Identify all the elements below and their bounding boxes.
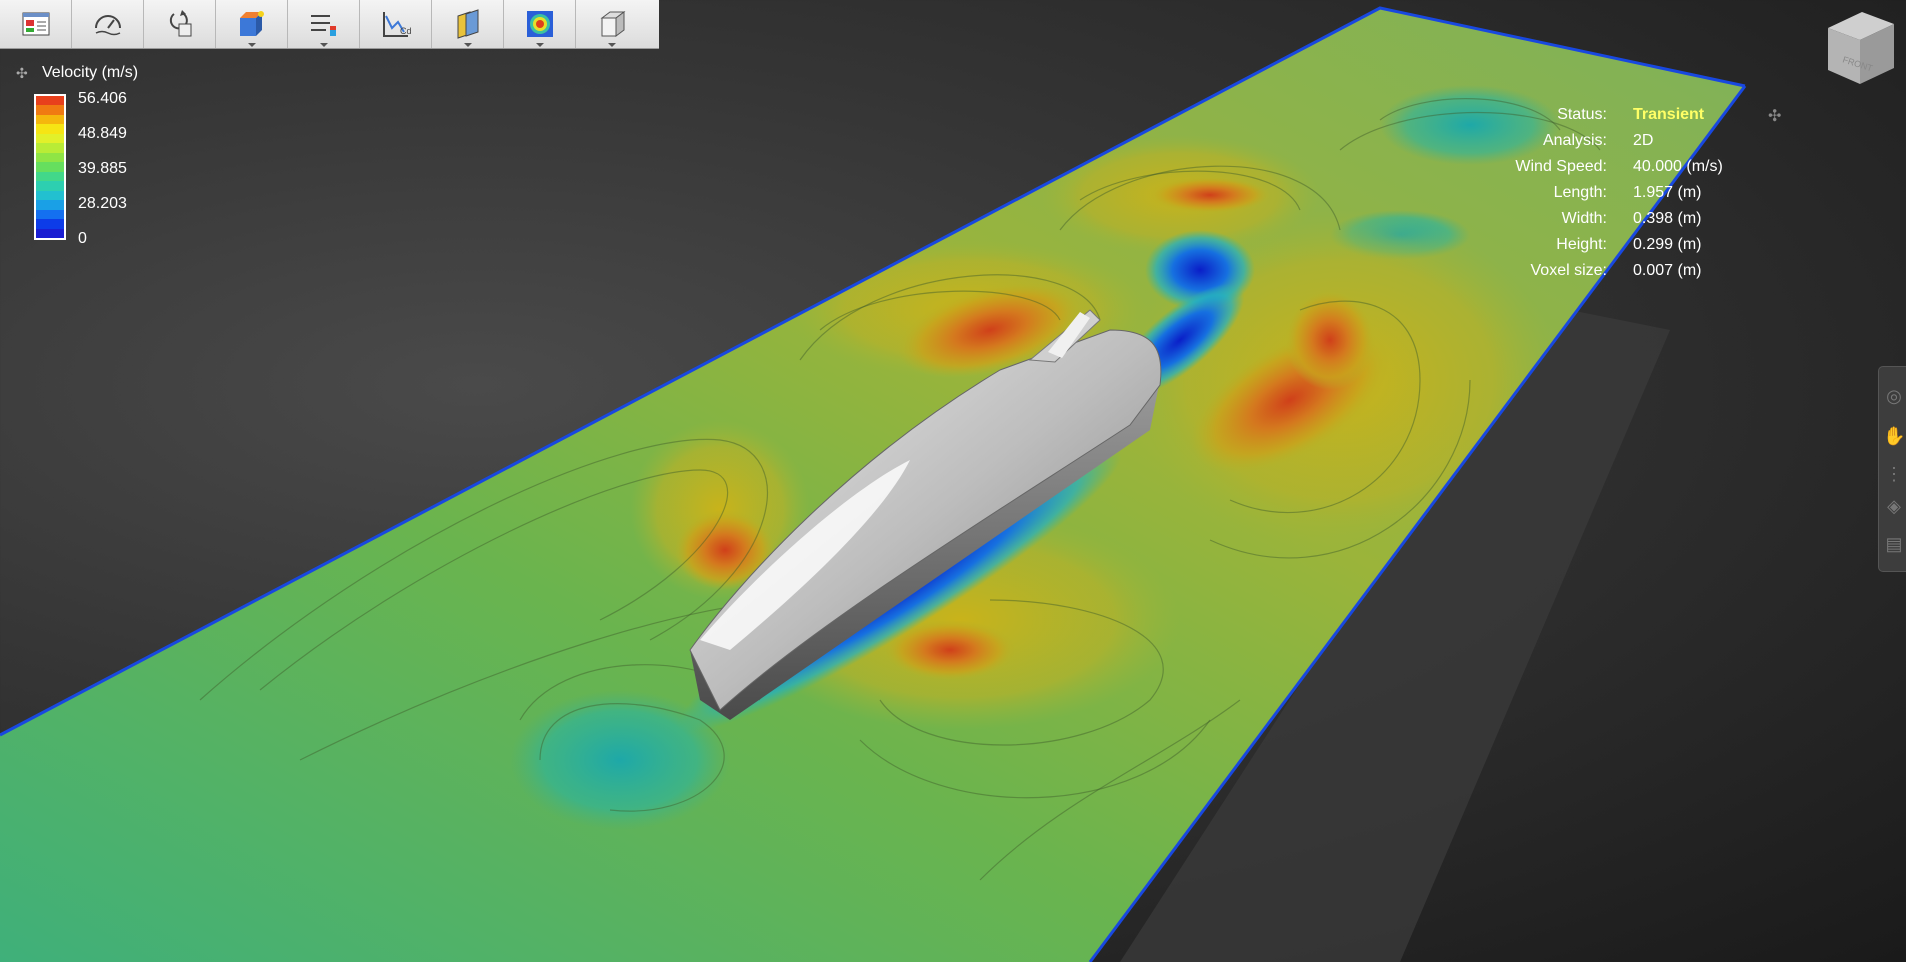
info-value: 0.299 (m) bbox=[1633, 236, 1702, 253]
legend-swatch bbox=[36, 219, 64, 229]
look-icon[interactable]: ◈ bbox=[1883, 495, 1905, 517]
sliders-button[interactable] bbox=[288, 0, 360, 48]
wireframe-cube-icon bbox=[600, 11, 626, 37]
contour-map-icon bbox=[526, 11, 553, 37]
wireframe-cube-button[interactable] bbox=[576, 0, 648, 48]
legend-swatch bbox=[36, 171, 64, 182]
legend-title: Velocity (m/s) bbox=[42, 64, 139, 81]
info-row-length: Length: 1.957 (m) bbox=[1480, 184, 1800, 206]
info-label: Voxel size: bbox=[1530, 262, 1607, 279]
zoom-icon[interactable]: ⋮ bbox=[1883, 463, 1905, 485]
toolbar: Cd bbox=[0, 0, 659, 49]
rotate-object-icon bbox=[169, 10, 191, 37]
layers-button[interactable] bbox=[432, 0, 504, 48]
info-label: Width: bbox=[1561, 210, 1607, 227]
legend-swatch bbox=[36, 105, 64, 115]
legend-swatch bbox=[36, 190, 64, 201]
info-row-width: Width: 0.398 (m) bbox=[1480, 210, 1800, 232]
setup-panel-button[interactable] bbox=[0, 0, 72, 48]
legend-swatch bbox=[36, 114, 64, 125]
info-label: Analysis: bbox=[1542, 132, 1607, 149]
legend-value-min: 0 bbox=[78, 230, 87, 247]
info-row-height: Height: 0.299 (m) bbox=[1480, 236, 1800, 258]
legend-swatch bbox=[36, 143, 64, 153]
legend-swatch bbox=[36, 181, 64, 191]
view-cube[interactable]: FRONT bbox=[1818, 6, 1902, 90]
legend-value: 39.885 bbox=[78, 160, 127, 177]
rotate-object-button[interactable] bbox=[144, 0, 216, 48]
color-box-icon bbox=[239, 11, 264, 36]
legend-value: 28.203 bbox=[78, 195, 127, 212]
info-row-voxel-size: Voxel size: 0.007 (m) bbox=[1480, 262, 1800, 284]
info-row-status: Status: Transient bbox=[1480, 106, 1800, 128]
speedometer-icon bbox=[94, 15, 121, 36]
info-value: 40.000 (m/s) bbox=[1633, 158, 1723, 175]
legend-swatch bbox=[36, 133, 64, 144]
info-label: Height: bbox=[1556, 236, 1607, 253]
legend-value: 48.849 bbox=[78, 125, 127, 142]
legend-swatch bbox=[36, 209, 64, 220]
plot-graph-icon: Cd bbox=[382, 12, 412, 37]
pan-hand-icon[interactable]: ✋ bbox=[1883, 425, 1905, 447]
legend-color-bar bbox=[34, 94, 66, 240]
legend-swatch bbox=[36, 228, 64, 239]
legend-swatch bbox=[36, 152, 64, 163]
status-value: Transient bbox=[1633, 106, 1705, 123]
plot-graph-button[interactable]: Cd bbox=[360, 0, 432, 48]
info-label: Length: bbox=[1553, 184, 1607, 201]
legend-swatch bbox=[36, 124, 64, 134]
color-box-button[interactable] bbox=[216, 0, 288, 48]
navigation-side-panel: ◎ ✋ ⋮ ◈ ▤ bbox=[1878, 366, 1906, 572]
info-row-analysis: Analysis: 2D bbox=[1480, 132, 1800, 154]
info-label: Wind Speed: bbox=[1515, 158, 1607, 175]
legend-swatch bbox=[36, 162, 64, 172]
info-row-wind-speed: Wind Speed: 40.000 (m/s) bbox=[1480, 158, 1800, 180]
legend-swatch bbox=[36, 96, 64, 106]
info-value: 0.398 (m) bbox=[1633, 210, 1702, 227]
info-value: 1.957 (m) bbox=[1633, 184, 1702, 201]
legend-swatch bbox=[36, 200, 64, 210]
layers-icon bbox=[457, 9, 478, 39]
info-move-handle-icon[interactable]: ✣ bbox=[1768, 106, 1781, 126]
move-handle-icon[interactable]: ✣ bbox=[16, 66, 30, 80]
film-icon[interactable]: ▤ bbox=[1883, 533, 1905, 555]
sliders-icon bbox=[310, 15, 336, 36]
info-value: 2D bbox=[1633, 132, 1654, 149]
info-label: Status: bbox=[1557, 106, 1607, 123]
svg-text:Cd: Cd bbox=[400, 26, 412, 36]
legend-value-max: 56.406 bbox=[78, 90, 127, 107]
contour-map-button[interactable] bbox=[504, 0, 576, 48]
orbit-icon[interactable]: ◎ bbox=[1883, 385, 1905, 407]
speed-button[interactable] bbox=[72, 0, 144, 48]
setup-panel-icon bbox=[22, 12, 49, 36]
info-value: 0.007 (m) bbox=[1633, 262, 1702, 279]
